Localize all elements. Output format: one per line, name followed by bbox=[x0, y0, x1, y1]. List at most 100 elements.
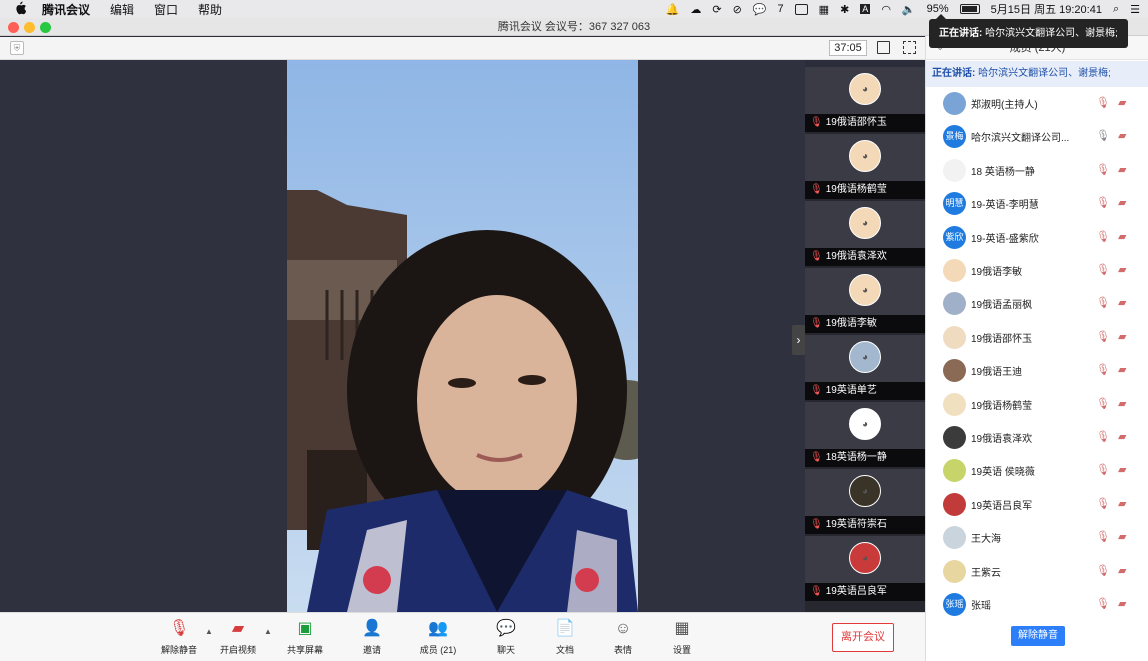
menu-app-name[interactable]: 腾讯会议 bbox=[42, 1, 90, 18]
participant-row[interactable]: 景梅 哈尔滨兴文翻译公司... 🎙 ▰ bbox=[926, 120, 1148, 153]
link-icon[interactable]: ⊘ bbox=[733, 3, 742, 16]
video-off-icon[interactable]: ▰ bbox=[1118, 296, 1126, 309]
bell-icon[interactable]: 🔔 bbox=[666, 3, 680, 16]
video-off-icon[interactable]: ▰ bbox=[1118, 564, 1126, 577]
video-tile[interactable]: ◕ 🎙 19俄语李敏 bbox=[805, 268, 925, 333]
apple-icon[interactable] bbox=[14, 1, 28, 18]
audio-options-caret-icon[interactable]: ▲ bbox=[205, 627, 213, 636]
chevron-right-icon[interactable]: › bbox=[792, 325, 805, 355]
menu-help[interactable]: 帮助 bbox=[198, 1, 222, 18]
menu-edit[interactable]: 编辑 bbox=[110, 1, 134, 18]
mic-muted-icon[interactable]: 🎙 bbox=[1096, 196, 1110, 209]
video-off-icon[interactable]: ▰ bbox=[1118, 430, 1126, 443]
participant-row[interactable]: 19俄语袁泽欢 🎙 ▰ bbox=[926, 421, 1148, 454]
video-tile[interactable]: ◕ 🎙 18英语杨一静 bbox=[805, 402, 925, 467]
video-off-icon[interactable]: ▰ bbox=[1118, 196, 1126, 209]
invite-button[interactable]: 👤 邀请 bbox=[347, 619, 397, 656]
input-method-icon[interactable]: A bbox=[860, 4, 871, 14]
video-off-icon[interactable]: ▰ bbox=[1118, 96, 1126, 109]
participant-row[interactable]: 19英语吕良军 🎙 ▰ bbox=[926, 488, 1148, 521]
participant-row[interactable]: 19俄语李敏 🎙 ▰ bbox=[926, 254, 1148, 287]
battery-icon[interactable] bbox=[959, 4, 980, 14]
participant-name: 19俄语孟丽枫 bbox=[971, 300, 1033, 312]
close-window-button[interactable] bbox=[8, 22, 19, 33]
video-tile[interactable]: ◕ 🎙 19俄语邵怀玉 bbox=[805, 67, 925, 132]
video-off-icon[interactable]: ▰ bbox=[1118, 397, 1126, 410]
wifi-icon[interactable]: ◠ bbox=[881, 3, 891, 16]
spotlight-search-icon[interactable]: ⌕ bbox=[1113, 3, 1119, 16]
video-off-icon[interactable]: ▰ bbox=[1118, 129, 1126, 142]
video-tile[interactable]: ◕ 🎙 19俄语袁泽欢 bbox=[805, 201, 925, 266]
participant-row[interactable]: 19俄语孟丽枫 🎙 ▰ bbox=[926, 287, 1148, 320]
video-off-icon[interactable]: ▰ bbox=[1118, 530, 1126, 543]
video-tile[interactable]: ◕ 🎙 19英语符崇石 bbox=[805, 469, 925, 534]
mic-muted-icon[interactable]: 🎙 bbox=[1096, 497, 1110, 510]
start-video-button[interactable]: ▰ 开启视频 bbox=[213, 619, 263, 656]
members-button[interactable]: 👥 成员 (21) bbox=[413, 619, 463, 656]
volume-icon[interactable]: 🔈 bbox=[902, 3, 916, 16]
minimize-window-button[interactable] bbox=[24, 22, 35, 33]
leave-meeting-button[interactable]: 离开会议 bbox=[832, 623, 894, 652]
screen-record-icon[interactable] bbox=[794, 3, 808, 15]
video-off-icon[interactable]: ▰ bbox=[1118, 330, 1126, 343]
participant-row[interactable]: 19俄语邵怀玉 🎙 ▰ bbox=[926, 321, 1148, 354]
mic-muted-icon[interactable]: 🎙 bbox=[1096, 330, 1110, 343]
video-off-icon[interactable]: ▰ bbox=[1118, 363, 1126, 376]
participant-row[interactable]: 张瑶 张瑶 🎙 ▰ bbox=[926, 588, 1148, 621]
security-shield-icon[interactable]: ⛨ bbox=[10, 41, 24, 55]
mic-muted-icon[interactable]: 🎙 bbox=[1096, 597, 1110, 610]
video-off-icon[interactable]: ▰ bbox=[1118, 263, 1126, 276]
video-tile[interactable]: ◕ 🎙 19英语单艺 bbox=[805, 335, 925, 400]
participant-list[interactable]: 郑淑明(主持人) 🎙 ▰ 景梅 哈尔滨兴文翻译公司... 🎙 ▰ 18 英语杨一静 🎙 ▰ 明慧 19… bbox=[926, 87, 1148, 627]
video-options-caret-icon[interactable]: ▲ bbox=[264, 627, 272, 636]
unmute-button[interactable]: 🎙 解除静音 bbox=[154, 619, 204, 656]
participant-row[interactable]: 郑淑明(主持人) 🎙 ▰ bbox=[926, 87, 1148, 120]
fullscreen-icon[interactable] bbox=[903, 41, 916, 54]
share-screen-button[interactable]: ▣ 共享屏幕 bbox=[280, 619, 330, 656]
layout-toggle-icon[interactable] bbox=[877, 41, 890, 54]
participant-row[interactable]: 19俄语王迪 🎙 ▰ bbox=[926, 354, 1148, 387]
mic-muted-icon[interactable]: 🎙 bbox=[1096, 363, 1110, 376]
mic-muted-icon[interactable]: 🎙 bbox=[1096, 530, 1110, 543]
mic-muted-icon[interactable]: 🎙 bbox=[1096, 263, 1110, 276]
participant-row[interactable]: 19英语 侯晓薇 🎙 ▰ bbox=[926, 454, 1148, 487]
clock[interactable]: 5月15日 周五 19:20:41 bbox=[991, 1, 1102, 17]
mic-muted-icon[interactable]: 🎙 bbox=[1096, 430, 1110, 443]
participant-row[interactable]: 19俄语杨鹤莹 🎙 ▰ bbox=[926, 388, 1148, 421]
mic-muted-icon[interactable]: 🎙 bbox=[1096, 230, 1110, 243]
mic-muted-icon[interactable]: 🎙 bbox=[1096, 163, 1110, 176]
emoji-button[interactable]: ☺ 表情 bbox=[598, 619, 648, 656]
menu-window[interactable]: 窗口 bbox=[154, 1, 178, 18]
mic-muted-icon[interactable]: 🎙 bbox=[1096, 463, 1110, 476]
zoom-window-button[interactable] bbox=[40, 22, 51, 33]
unmute-all-button[interactable]: 解除静音 bbox=[1011, 626, 1065, 646]
speaking-names: 哈尔滨兴文翻译公司、谢景梅; bbox=[975, 68, 1111, 79]
documents-button[interactable]: 📄 文档 bbox=[540, 619, 590, 656]
mic-muted-icon[interactable]: 🎙 bbox=[1096, 296, 1110, 309]
mic-icon[interactable]: 🎙 bbox=[1096, 129, 1110, 142]
video-off-icon[interactable]: ▰ bbox=[1118, 497, 1126, 510]
video-off-icon[interactable]: ▰ bbox=[1118, 230, 1126, 243]
settings-button[interactable]: ▦ 设置 bbox=[657, 619, 707, 656]
participant-row[interactable]: 王大海 🎙 ▰ bbox=[926, 521, 1148, 554]
chat-button[interactable]: 💬 聊天 bbox=[481, 619, 531, 656]
cloud-icon[interactable]: ☁ bbox=[690, 3, 701, 16]
mic-muted-icon[interactable]: 🎙 bbox=[1096, 564, 1110, 577]
video-tile[interactable]: ◕ 🎙 19英语吕良军 bbox=[805, 536, 925, 601]
wechat-icon[interactable]: 💬 bbox=[753, 3, 767, 16]
video-tile[interactable]: ◕ 🎙 19俄语杨鹤莹 bbox=[805, 134, 925, 199]
mic-muted-icon[interactable]: 🎙 bbox=[1096, 397, 1110, 410]
participant-row[interactable]: 王紫云 🎙 ▰ bbox=[926, 555, 1148, 588]
calendar-icon[interactable]: ▦ bbox=[819, 3, 829, 16]
notification-center-icon[interactable]: ☰ bbox=[1130, 3, 1140, 16]
sync-icon[interactable]: ⟳ bbox=[712, 3, 721, 16]
participant-row[interactable]: 18 英语杨一静 🎙 ▰ bbox=[926, 154, 1148, 187]
participant-row[interactable]: 紫欣 19-英语-盛紫欣 🎙 ▰ bbox=[926, 221, 1148, 254]
video-off-icon[interactable]: ▰ bbox=[1118, 463, 1126, 476]
participant-row[interactable]: 明慧 19-英语-李明慧 🎙 ▰ bbox=[926, 187, 1148, 220]
video-off-icon[interactable]: ▰ bbox=[1118, 163, 1126, 176]
video-thumbnail-strip[interactable]: ◕ 🎙 19俄语邵怀玉 ◕ 🎙 19俄语杨鹤莹 ◕ 🎙 19俄语袁泽欢 ◕ 🎙 19俄语李敏 ◕… bbox=[805, 67, 925, 612]
video-off-icon[interactable]: ▰ bbox=[1118, 597, 1126, 610]
bluetooth-icon[interactable]: ✱ bbox=[840, 3, 849, 16]
mic-muted-icon[interactable]: 🎙 bbox=[1096, 96, 1110, 109]
